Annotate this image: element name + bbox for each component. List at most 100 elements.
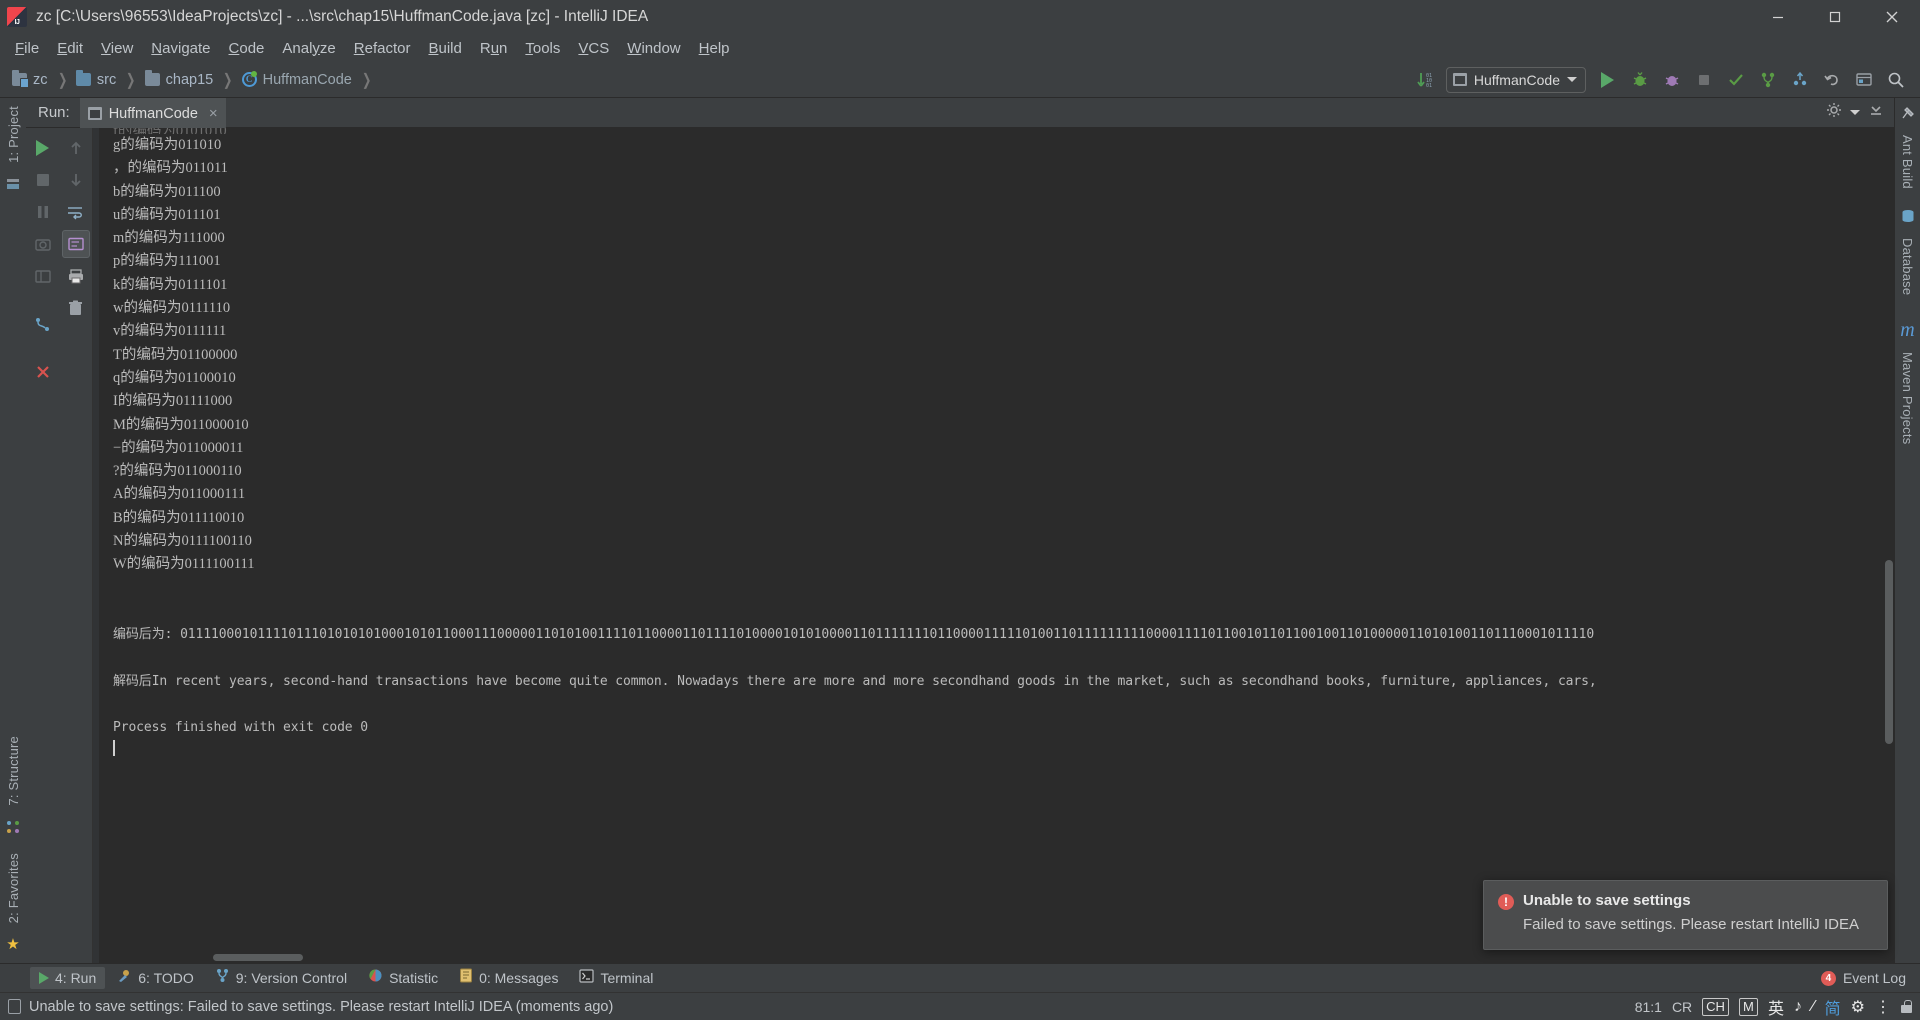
notification-balloon[interactable]: Unable to save settings Failed to save s… bbox=[1483, 880, 1888, 950]
menu-file[interactable]: File bbox=[6, 37, 48, 60]
dump-threads-button[interactable] bbox=[29, 230, 57, 258]
print-button[interactable] bbox=[62, 262, 90, 290]
breadcrumb-package-label: chap15 bbox=[165, 71, 214, 88]
ime-mode-m[interactable]: M bbox=[1738, 997, 1758, 1016]
console-output[interactable]: f的编码为0101010 g的编码为011010 ，的编码为011011 b的编… bbox=[92, 128, 1894, 963]
lock-icon[interactable] bbox=[1901, 1000, 1912, 1013]
menu-refactor[interactable]: Refactor bbox=[345, 37, 420, 60]
chevron-down-icon[interactable] bbox=[1850, 110, 1860, 115]
run-tab-huffmancode[interactable]: HuffmanCode × bbox=[79, 97, 226, 128]
vcs-icon bbox=[215, 968, 230, 988]
console-line: g的编码为011010 bbox=[113, 137, 222, 153]
breadcrumb-class[interactable]: C HuffmanCode bbox=[240, 70, 354, 90]
tool-window-todo[interactable]: 6: TODO bbox=[108, 965, 203, 991]
menu-build[interactable]: Build bbox=[419, 37, 470, 60]
undo-button[interactable] bbox=[1817, 66, 1846, 94]
menu-run[interactable]: Run bbox=[471, 37, 517, 60]
run-header-actions bbox=[1826, 102, 1894, 123]
ime-glyph-moon[interactable]: ♪ bbox=[1794, 998, 1802, 1016]
minimize-button[interactable] bbox=[1749, 0, 1806, 34]
tool-window-terminal-label: Terminal bbox=[600, 970, 654, 986]
caret-position[interactable]: 81:1 bbox=[1635, 999, 1662, 1015]
ime-glyph-simplified[interactable]: 简 bbox=[1825, 995, 1841, 1019]
status-message[interactable]: Unable to save settings: Failed to save … bbox=[29, 999, 613, 1015]
menu-code[interactable]: Code bbox=[220, 37, 274, 60]
close-button[interactable] bbox=[29, 358, 57, 386]
gear-icon[interactable] bbox=[1826, 102, 1842, 123]
pause-output-button[interactable] bbox=[29, 198, 57, 226]
console-line: −的编码为011000011 bbox=[113, 439, 244, 456]
restore-layout-button[interactable] bbox=[29, 262, 57, 290]
project-structure-icon bbox=[6, 177, 20, 196]
breadcrumb-package[interactable]: chap15 bbox=[143, 70, 216, 90]
push-button[interactable] bbox=[1785, 66, 1814, 94]
menu-navigate[interactable]: Navigate bbox=[142, 37, 219, 60]
breadcrumb-project-label: zc bbox=[33, 71, 48, 88]
clear-all-button[interactable] bbox=[62, 294, 90, 322]
stop-button[interactable] bbox=[1689, 66, 1718, 94]
maximize-button[interactable] bbox=[1806, 0, 1863, 34]
menu-help[interactable]: Help bbox=[690, 37, 739, 60]
console-horizontal-scrollbar[interactable] bbox=[213, 954, 303, 961]
event-log-label[interactable]: Event Log bbox=[1843, 970, 1906, 986]
run-button[interactable] bbox=[1593, 66, 1622, 94]
console-vertical-scrollbar[interactable] bbox=[1885, 560, 1893, 744]
run-with-coverage-button[interactable] bbox=[1657, 66, 1686, 94]
ime-glyph-gear[interactable]: ⚙ bbox=[1851, 997, 1865, 1017]
tool-window-version-control[interactable]: 9: Version Control bbox=[206, 965, 356, 991]
ime-glyph-mark[interactable]: ⁄ bbox=[1812, 998, 1815, 1016]
update-project-button[interactable]: 01 10 01 bbox=[1412, 66, 1441, 94]
tool-window-messages[interactable]: 0: Messages bbox=[450, 965, 567, 991]
rerun-failed-button[interactable] bbox=[29, 310, 57, 338]
commit-button[interactable] bbox=[1721, 66, 1750, 94]
close-icon[interactable]: × bbox=[209, 106, 218, 121]
use-soft-wraps-button[interactable] bbox=[61, 230, 90, 258]
console-text-area[interactable]: f的编码为0101010 g的编码为011010 ，的编码为011011 b的编… bbox=[93, 128, 1894, 963]
soft-wrap-button[interactable] bbox=[62, 198, 90, 226]
menu-edit[interactable]: Edit bbox=[48, 37, 92, 60]
error-icon bbox=[1498, 894, 1514, 910]
notification-header: Unable to save settings bbox=[1498, 892, 1873, 910]
play-icon bbox=[39, 972, 49, 984]
close-button[interactable] bbox=[1863, 0, 1920, 34]
breadcrumb-src[interactable]: src bbox=[74, 70, 118, 90]
scroll-up-button[interactable] bbox=[62, 134, 90, 162]
tool-window-run[interactable]: 4: Run bbox=[30, 967, 106, 989]
tool-window-terminal[interactable]: Terminal bbox=[570, 966, 662, 991]
menu-vcs[interactable]: VCS bbox=[569, 37, 618, 60]
vcs-branch-icon-button[interactable] bbox=[1753, 66, 1782, 94]
sidebar-item-maven-projects[interactable]: Maven Projects bbox=[1896, 344, 1919, 452]
console-line: u的编码为011101 bbox=[113, 206, 221, 223]
menu-view[interactable]: View bbox=[92, 37, 142, 60]
sidebar-item-structure[interactable]: 7: Structure bbox=[2, 728, 25, 814]
run-tool-window: Run: HuffmanCode × g的编码为011010 ，的编码为0110… bbox=[26, 97, 1894, 963]
debug-button[interactable] bbox=[1625, 66, 1654, 94]
sidebar-item-ant-build[interactable]: Ant Build bbox=[1896, 127, 1919, 197]
sidebar-item-favorites[interactable]: 2: Favorites bbox=[2, 845, 25, 931]
sidebar-item-project[interactable]: 1: Project bbox=[2, 98, 25, 171]
tool-window-todo-label: 6: TODO bbox=[138, 970, 194, 986]
menu-window[interactable]: Window bbox=[618, 37, 689, 60]
sidebar-item-database[interactable]: Database bbox=[1896, 230, 1919, 303]
tool-window-statistic[interactable]: Statistic bbox=[359, 965, 447, 991]
encoded-value: 0111100010111101110101010100010101100011… bbox=[180, 627, 1595, 643]
menu-analyze[interactable]: Analyze bbox=[273, 37, 344, 60]
ime-glyph-more[interactable]: ⋮ bbox=[1875, 997, 1891, 1017]
line-separator[interactable]: CR bbox=[1672, 999, 1692, 1015]
rerun-button[interactable] bbox=[29, 134, 57, 162]
run-configuration-selector[interactable]: HuffmanCode bbox=[1445, 66, 1586, 93]
scroll-down-button[interactable] bbox=[62, 166, 90, 194]
settings-button[interactable] bbox=[1849, 66, 1878, 94]
search-icon-button[interactable] bbox=[1881, 66, 1910, 94]
hide-icon[interactable] bbox=[1868, 102, 1884, 123]
menu-tools[interactable]: Tools bbox=[516, 37, 569, 60]
console-line: w的编码为0111110 bbox=[113, 300, 231, 317]
breadcrumb-project[interactable]: zc bbox=[10, 70, 50, 90]
breadcrumb-class-label: HuffmanCode bbox=[262, 71, 352, 88]
stop-process-button[interactable] bbox=[29, 166, 57, 194]
ime-mode-ch[interactable]: CH bbox=[1702, 997, 1729, 1016]
ime-glyph-eng[interactable]: 英 bbox=[1768, 995, 1784, 1019]
